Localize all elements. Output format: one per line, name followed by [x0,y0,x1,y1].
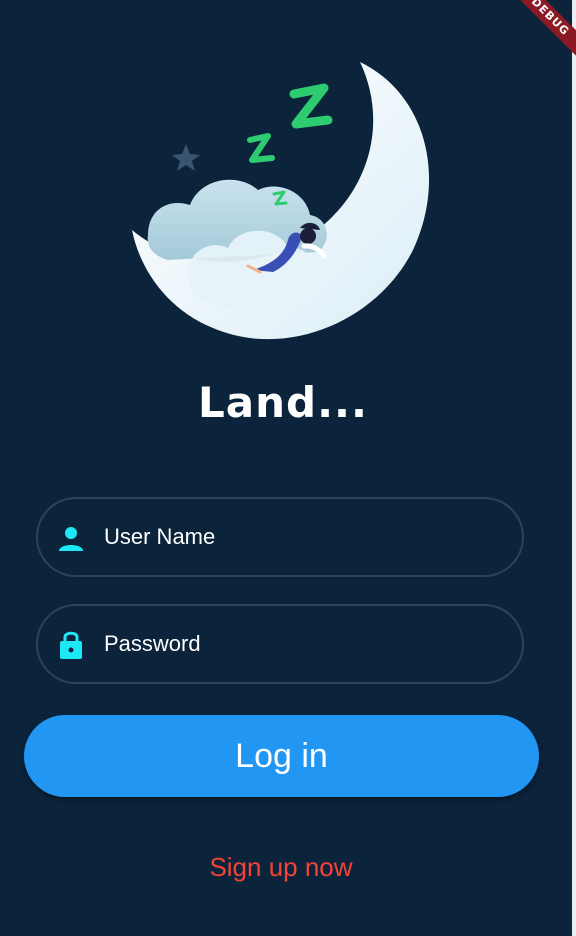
person-icon [59,527,83,551]
username-field[interactable] [36,497,524,577]
star-icon [172,144,200,171]
signup-link[interactable]: Sign up now [0,852,562,883]
login-button[interactable]: Log in [24,715,539,797]
sleeping-moon-illustration [132,62,430,340]
username-input[interactable] [104,499,504,575]
zzz-large [289,83,333,129]
debug-banner: DEBUG [494,0,576,73]
window-edge [572,0,576,936]
login-screen: DEBUG Land... User Name Log in Sign up n… [0,0,576,936]
password-input[interactable] [104,606,504,682]
lock-icon [60,631,82,659]
app-title: Land... [198,378,368,427]
zzz-medium [247,133,275,163]
password-field[interactable] [36,604,524,684]
